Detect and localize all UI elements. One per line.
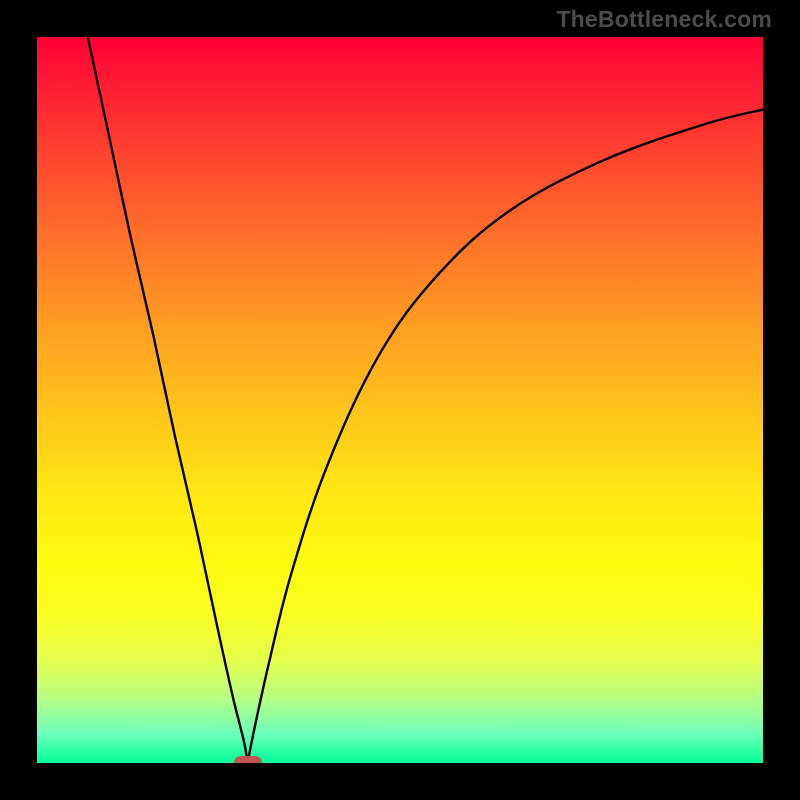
- bottleneck-curve: [37, 37, 763, 763]
- plot-area: [37, 37, 763, 763]
- curve-path: [88, 37, 763, 763]
- watermark-text: TheBottleneck.com: [556, 6, 772, 33]
- optimum-marker: [234, 756, 262, 763]
- chart-frame: TheBottleneck.com: [0, 0, 800, 800]
